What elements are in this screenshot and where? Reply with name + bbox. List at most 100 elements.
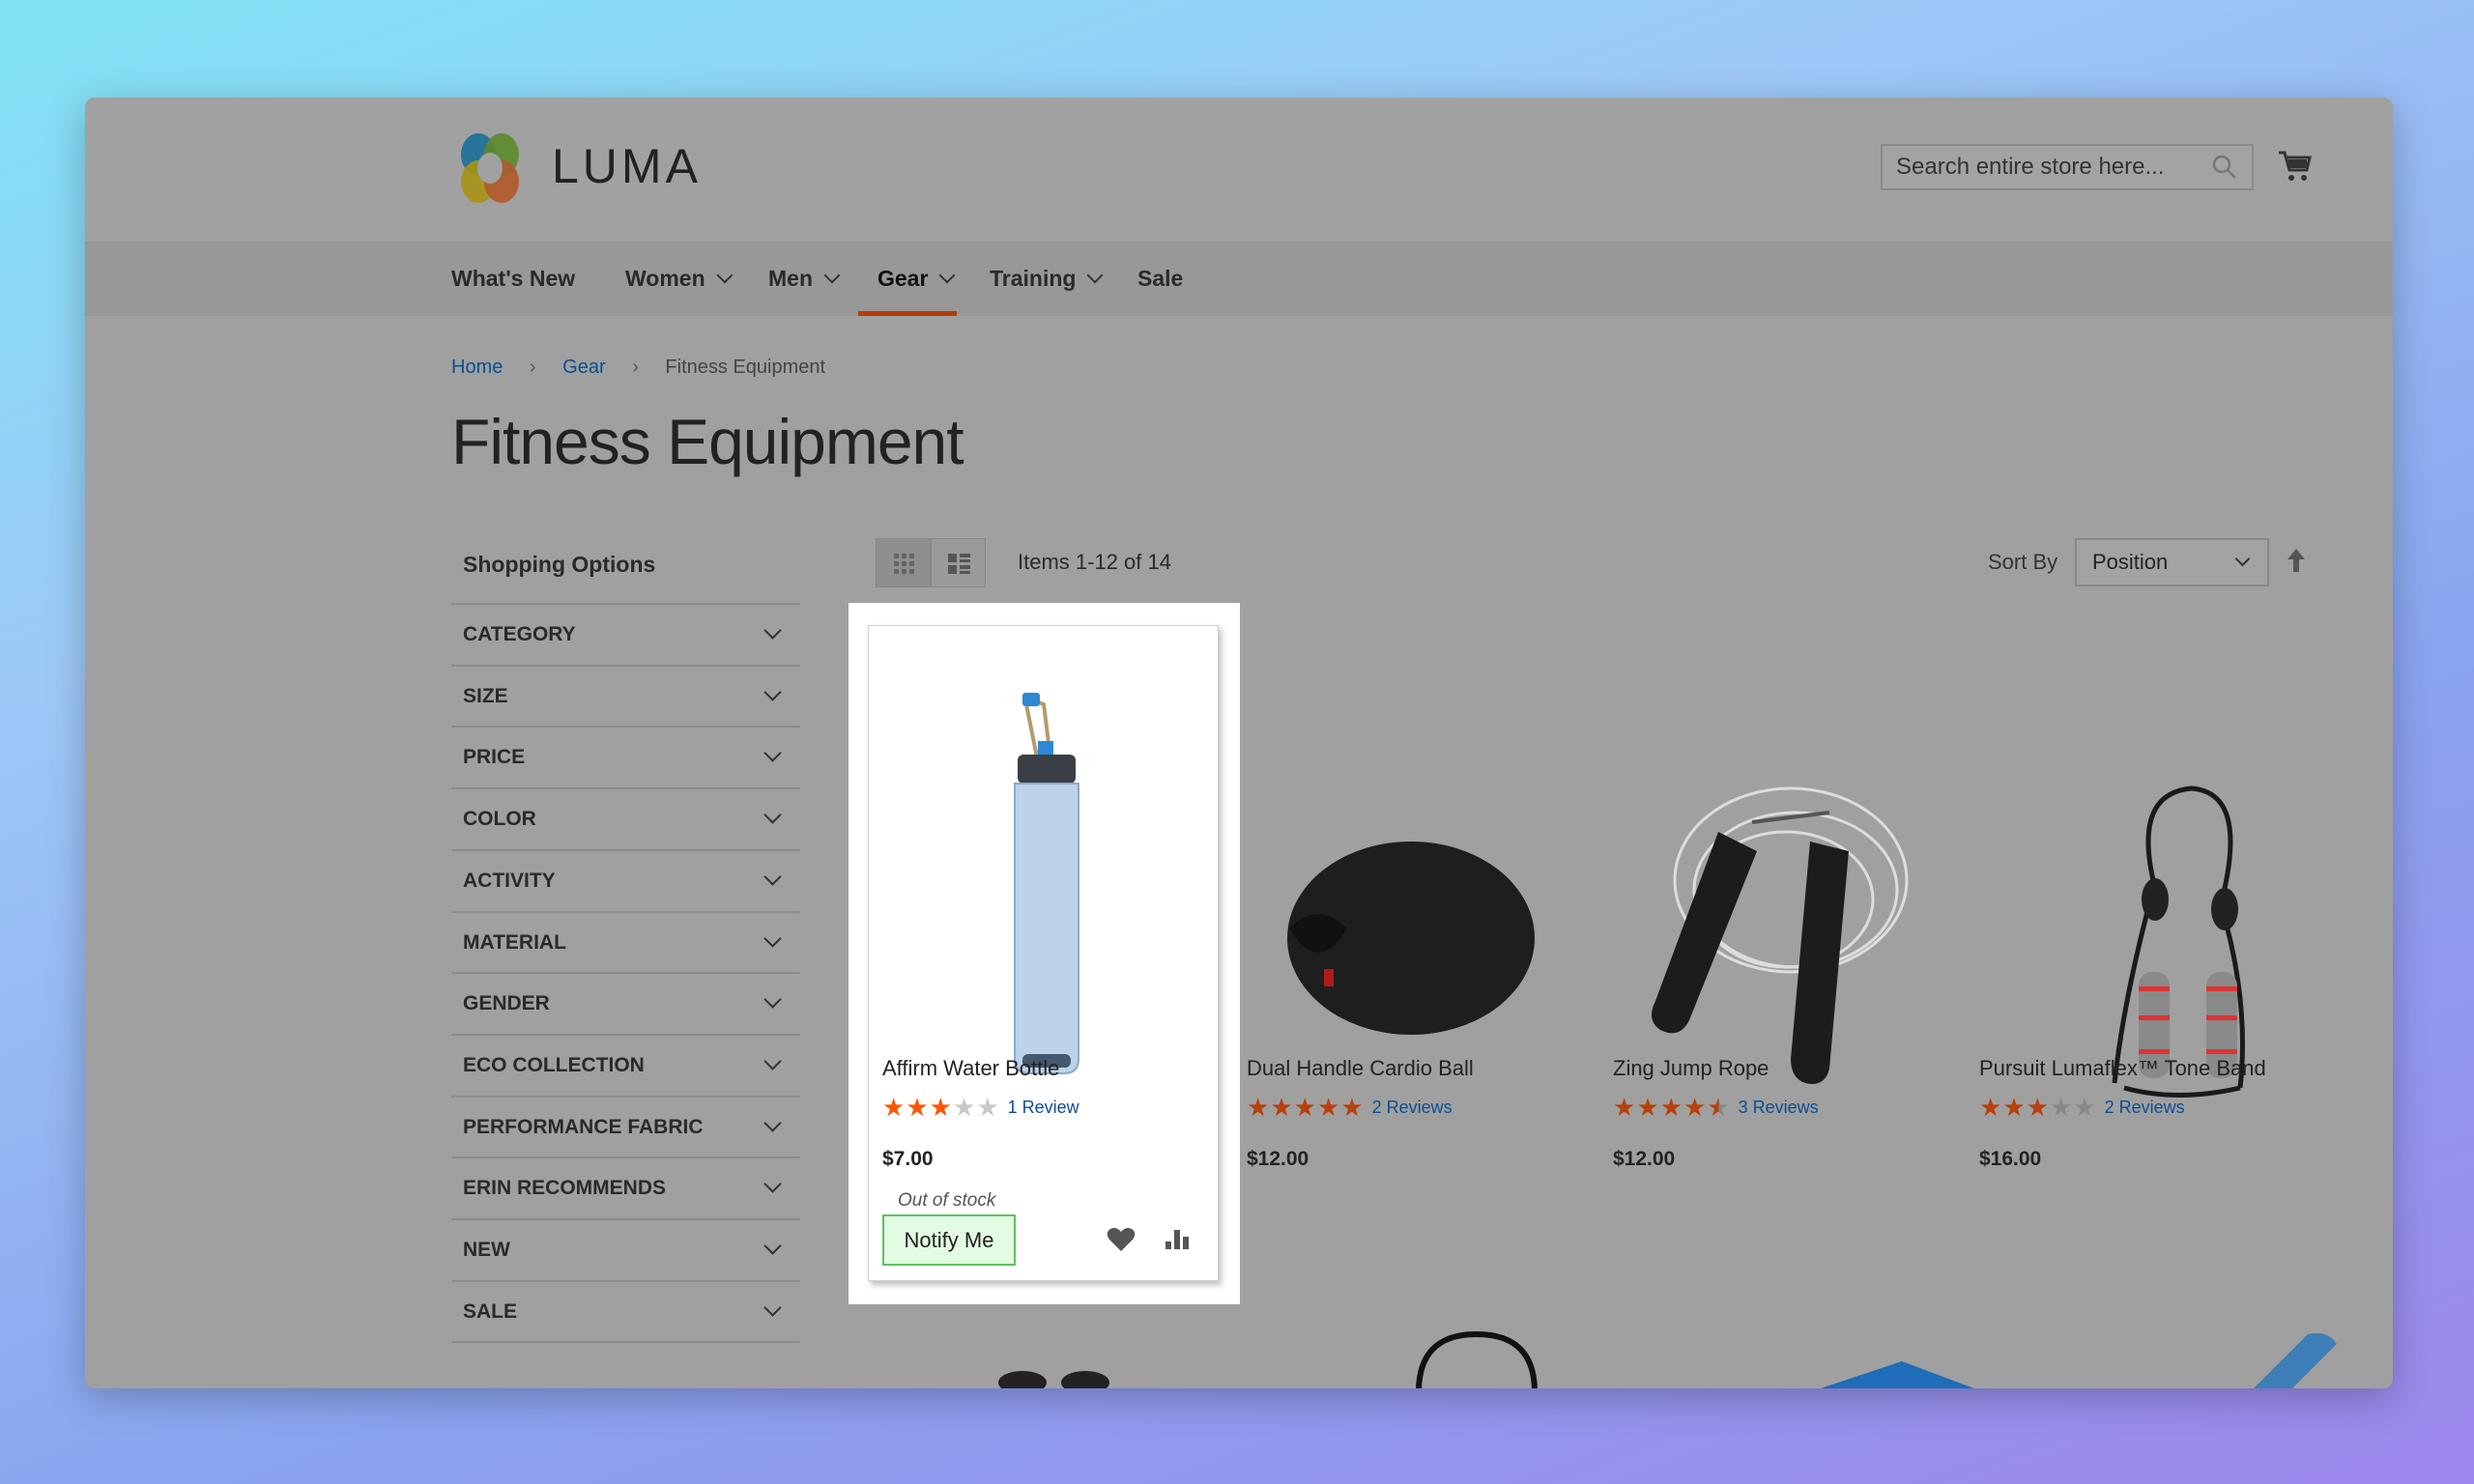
wishlist-heart-icon[interactable] [1107,1227,1136,1252]
sort-direction-arrow-icon[interactable] [2287,548,2306,573]
filter-label: SIZE [463,684,508,707]
nav-women[interactable]: Women [625,242,734,316]
product-rating: ★★★★★ 3 Reviews [1613,1093,1819,1123]
chevron-down-icon [763,868,782,886]
chevron-down-icon [763,744,782,763]
chevron-down-icon [938,267,956,284]
filter-color[interactable]: COLOR [451,787,800,849]
star-icon: ★ [1340,1093,1365,1122]
product-image-cardio-ball[interactable] [1276,832,1537,1044]
nav-whats-new[interactable]: What's New [451,242,575,316]
product-name[interactable]: Dual Handle Cardio Ball [1247,1056,1474,1081]
page-title: Fitness Equipment [451,406,964,477]
filter-material[interactable]: MATERIAL [451,910,800,973]
product-rating: ★★★★★ 1 Review [882,1093,1079,1123]
nav-men[interactable]: Men [768,242,841,316]
chevron-down-icon [1086,267,1104,284]
filter-category[interactable]: CATEGORY [451,603,800,665]
sort-label: Sort By [1988,550,2058,574]
star-icon: ★ [929,1093,953,1122]
star-icon: ★ [1270,1093,1294,1122]
breadcrumb-home[interactable]: Home [451,357,503,378]
browser-window: LUMA Search entire store here... What's … [85,98,2393,1388]
chevron-down-icon [763,1052,782,1070]
breadcrumb: Home › Gear › Fitness Equipment [451,357,825,379]
reviews-link[interactable]: 3 Reviews [1739,1098,1819,1117]
product-name[interactable]: Pursuit Lumaflex™ Tone Band [1979,1056,2266,1081]
search-icon[interactable] [2211,154,2238,181]
star-icon: ★ [1316,1093,1341,1122]
product-name[interactable]: Zing Jump Rope [1613,1056,1769,1081]
filter-performance-fabric[interactable]: PERFORMANCE FABRIC [451,1095,800,1157]
breadcrumb-gear[interactable]: Gear [562,357,605,378]
filter-sale[interactable]: SALE [451,1279,800,1342]
nav-label: Gear [877,266,929,291]
chevron-down-icon [763,1298,782,1317]
filter-erin-recommends[interactable]: ERIN RECOMMENDS [451,1156,800,1218]
star-icon: ★ [2049,1093,2074,1122]
filter-label: NEW [463,1239,510,1261]
product-rating: ★★★★★ 2 Reviews [1247,1093,1453,1123]
chevron-down-icon [763,1237,782,1255]
nav-label: Men [768,266,813,291]
filter-new[interactable]: NEW [451,1218,800,1280]
nav-sale[interactable]: Sale [1137,242,1183,316]
star-icon: ★ [952,1093,977,1122]
sort-select[interactable]: Position [2075,538,2269,586]
filter-eco-collection[interactable]: ECO COLLECTION [451,1033,800,1096]
cart-icon[interactable] [2277,150,2312,183]
star-icon: ★ [1707,1093,1731,1122]
filter-price[interactable]: PRICE [451,726,800,787]
filter-label: SALE [463,1299,518,1323]
nav-label: Sale [1137,266,1184,291]
breadcrumb-current: Fitness Equipment [665,357,826,378]
sort-value: Position [2092,550,2169,574]
nav-label: What's New [451,266,576,291]
product-rating: ★★★★★ 2 Reviews [1979,1093,2185,1123]
product-image-tone-band[interactable] [2047,784,2317,1102]
chevron-down-icon [2234,551,2251,567]
star-icon: ★ [1683,1093,1708,1122]
notify-me-button[interactable]: Notify Me [882,1214,1016,1266]
compare-icon[interactable] [1164,1226,1191,1251]
filter-divider [451,1341,800,1344]
product-image-water-bottle[interactable] [984,687,1109,1093]
filter-label: MATERIAL [463,930,566,954]
active-nav-indicator [858,311,957,316]
product-price: $12.00 [1247,1148,1309,1170]
nav-training[interactable]: Training [990,242,1104,316]
grid-view-button[interactable] [876,538,931,587]
product-name[interactable]: Affirm Water Bottle [882,1056,1059,1081]
chevron-down-icon [716,267,734,284]
star-icon: ★ [1613,1093,1637,1122]
product-price: $12.00 [1613,1148,1676,1170]
items-count: Items 1-12 of 14 [1018,550,1171,574]
filter-gender[interactable]: GENDER [451,972,800,1034]
filter-size[interactable]: SIZE [451,664,800,727]
product-image-jump-rope[interactable] [1622,774,1941,1093]
nav-label: Training [990,266,1077,291]
logo-text[interactable]: LUMA [552,138,702,194]
breadcrumb-separator-icon: › [529,357,536,378]
reviews-link[interactable]: 2 Reviews [2105,1098,2185,1117]
reviews-link[interactable]: 1 Review [1008,1098,1079,1117]
star-icon: ★ [1979,1093,2003,1122]
nav-gear[interactable]: Gear [877,242,956,316]
next-row-product-images [998,1330,2337,1388]
chevron-down-icon [823,267,841,284]
reviews-link[interactable]: 2 Reviews [1372,1098,1453,1117]
luma-logo-icon[interactable] [451,129,529,207]
filter-label: COLOR [463,808,536,831]
search-input[interactable]: Search entire store here... [1881,144,2254,190]
nav-label: Women [625,266,705,291]
star-icon: ★ [882,1093,906,1122]
filter-label: CATEGORY [463,623,576,645]
filter-label: PERFORMANCE FABRIC [463,1115,704,1138]
star-icon: ★ [976,1093,1000,1122]
list-view-button[interactable] [931,538,986,587]
star-icon: ★ [2073,1093,2097,1122]
filter-activity[interactable]: ACTIVITY [451,848,800,911]
product-price: $16.00 [1979,1148,2042,1170]
star-icon: ★ [2002,1093,2027,1122]
breadcrumb-separator-icon: › [632,357,639,378]
